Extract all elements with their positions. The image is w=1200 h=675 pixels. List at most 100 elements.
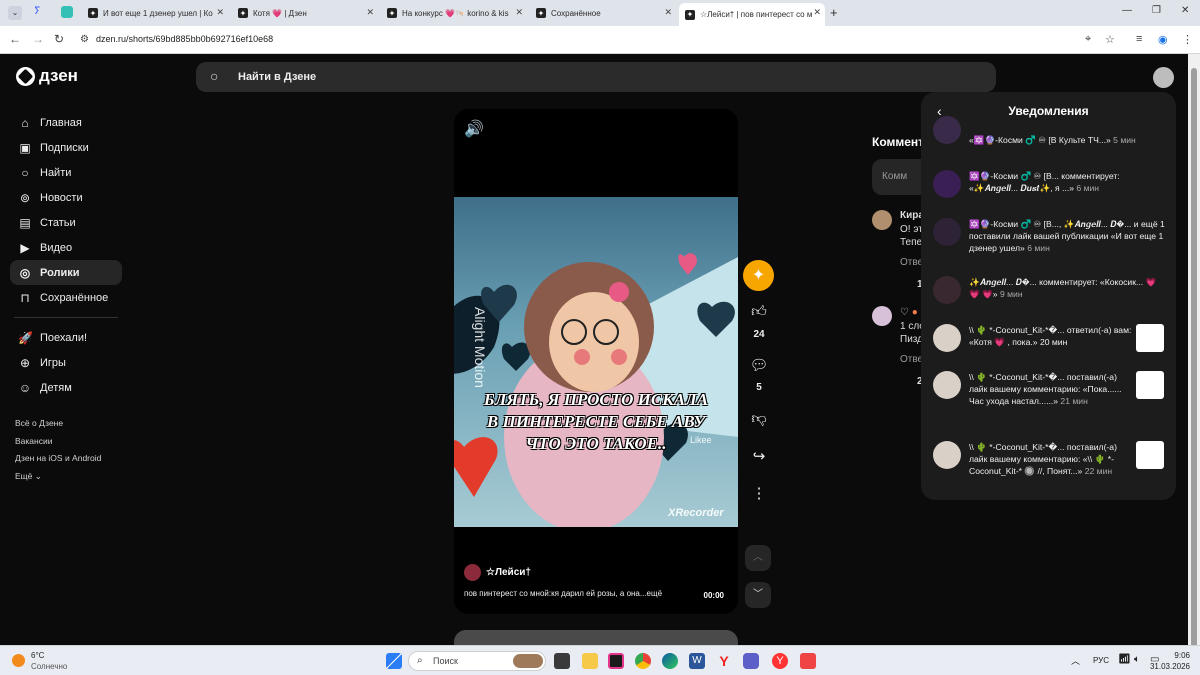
like-icon[interactable]: 👍︎ xyxy=(744,303,774,321)
wifi-icon[interactable]: 📶︎ xyxy=(1118,654,1131,665)
video-channel[interactable]: ☆Лейси† xyxy=(464,564,531,581)
close-icon[interactable]: ✕ xyxy=(515,7,523,18)
notification-item-highlighted[interactable]: \\ 🌵 *-Coconut_Kit-*�... ответил(-а) вам… xyxy=(933,324,1168,356)
sidebar-item-subscriptions[interactable]: ▣ Подписки xyxy=(10,135,122,160)
sidebar-item-articles[interactable]: ▤ Статьи xyxy=(10,210,122,235)
comment-author[interactable]: ♡ ● xyxy=(900,307,918,318)
yandex-icon[interactable]: Y xyxy=(716,653,732,669)
sidebar-item-kids[interactable]: ☺ Детям xyxy=(10,375,122,400)
sidebar-item-saved[interactable]: ⊓ Сохранённое xyxy=(10,285,122,310)
scroll-down-button[interactable]: ﹀ xyxy=(745,582,771,608)
close-icon[interactable]: ✕ xyxy=(664,7,672,18)
scrollbar-thumb[interactable] xyxy=(1191,68,1197,648)
sidebar-item-games[interactable]: ⊕ Игры xyxy=(10,350,122,375)
short-video-player[interactable]: 🔊 Alight Motion БЛЯТЬ, Я ПРОСТО ИСКАЛА В… xyxy=(454,109,738,614)
forward-arrow-icon[interactable]: → xyxy=(32,32,44,46)
file-explorer-icon[interactable] xyxy=(582,653,598,669)
notification-avatar[interactable] xyxy=(933,116,961,144)
taskbar-search[interactable]: ⌕ Поиск xyxy=(408,651,546,671)
channel-avatar[interactable] xyxy=(464,564,481,581)
next-video-preview[interactable] xyxy=(454,630,738,645)
weather-sun-icon[interactable] xyxy=(12,654,25,667)
weather-desc[interactable]: Солнечно xyxy=(31,662,67,671)
notification-item[interactable]: \\ 🌵 *-Coconut_Kit-*�... поставил(-а) ла… xyxy=(933,441,1168,489)
weather-temp[interactable]: 6°C xyxy=(31,651,44,660)
profile-icon[interactable]: ◉ xyxy=(1158,33,1168,46)
site-settings-icon[interactable]: ⚙ xyxy=(80,34,89,45)
reply-button[interactable]: Отве xyxy=(900,257,923,268)
tab-1[interactable]: ✦ И вот еще 1 дзенер ушел | Ко ✕ xyxy=(82,3,228,23)
sidebar-item-news[interactable]: ⊚ Новости xyxy=(10,185,122,210)
footer-link-apps[interactable]: Дзен на iOS и Android xyxy=(15,453,101,463)
edge-icon[interactable] xyxy=(662,653,678,669)
language-indicator[interactable]: РУС xyxy=(1093,656,1109,665)
dislike-icon[interactable]: 👎︎ xyxy=(744,410,774,428)
comment-avatar[interactable] xyxy=(872,306,892,326)
footer-link-jobs[interactable]: Вакансии xyxy=(15,436,52,446)
notification-avatar[interactable] xyxy=(933,170,961,198)
windows-start-icon[interactable] xyxy=(386,653,402,669)
window-close-icon[interactable]: ✕ xyxy=(1181,5,1189,16)
tray-chevron-up-icon[interactable]: ︿ xyxy=(1071,654,1080,667)
sound-on-icon[interactable]: 🔊 xyxy=(464,119,484,139)
page-scrollbar[interactable] xyxy=(1188,54,1200,648)
notification-item[interactable]: 🔯🔮-Косми ♂️ ♾ [В... комментирует: «✨𝑨𝒏𝒈𝒆… xyxy=(933,170,1168,214)
menu-kebab-icon[interactable]: ⋮ xyxy=(1182,33,1193,46)
back-arrow-icon[interactable]: ← xyxy=(9,32,21,46)
notification-item[interactable]: \\ 🌵 *-Coconut_Kit-*�... поставил(-а) ла… xyxy=(933,371,1168,419)
sidebar-item-video[interactable]: ▶ Видео xyxy=(10,235,122,260)
sidebar-item-search[interactable]: ○ Найти xyxy=(10,160,122,185)
tab-4[interactable]: ✦ Сохранённое ✕ xyxy=(530,3,676,23)
sidebar-item-poehali[interactable]: 🚀 Поехали! xyxy=(10,325,122,350)
bookmark-star-icon[interactable]: ☆ xyxy=(1105,33,1115,46)
video-description[interactable]: пов пинтерест со мной:кя дарил ей розы, … xyxy=(464,589,684,598)
video-frame[interactable]: Alight Motion БЛЯТЬ, Я ПРОСТО ИСКАЛА В П… xyxy=(454,197,738,527)
tab-search-icon[interactable]: ⌄ xyxy=(8,6,22,20)
notification-thumbnail[interactable] xyxy=(1136,441,1164,469)
store-icon[interactable] xyxy=(608,653,624,669)
close-icon[interactable]: ✕ xyxy=(216,7,224,18)
reload-icon[interactable]: ↻ xyxy=(54,32,64,46)
new-tab-button[interactable]: + xyxy=(830,5,838,20)
tab-5-active[interactable]: ✦ ☆Лейси† | пов пинтерест со м ✕ xyxy=(679,3,825,26)
volume-icon[interactable]: 🔈︎ xyxy=(1134,654,1140,665)
comment-icon[interactable]: 💬︎ xyxy=(744,356,774,374)
word-icon[interactable]: W xyxy=(689,653,705,669)
app-icon[interactable] xyxy=(800,653,816,669)
location-icon[interactable]: ⌖ xyxy=(1085,33,1091,46)
tab-3[interactable]: ✦ На конкурс 💗🐚 korino & kis ✕ xyxy=(381,3,527,23)
clock-date[interactable]: 31.03.2026 xyxy=(1144,662,1190,671)
user-avatar[interactable] xyxy=(1153,67,1174,88)
more-kebab-icon[interactable]: ⋮ xyxy=(744,484,774,502)
reply-button[interactable]: Отве xyxy=(900,354,923,365)
scroll-up-button[interactable]: ︿ xyxy=(745,545,771,571)
star-icon[interactable]: ✦ xyxy=(743,260,774,291)
search-input[interactable]: ○ Найти в Дзене xyxy=(196,62,996,92)
minimize-icon[interactable]: — xyxy=(1122,5,1132,16)
comment-avatar[interactable] xyxy=(872,210,892,230)
notification-thumbnail[interactable] xyxy=(1136,371,1164,399)
task-view-icon[interactable] xyxy=(554,653,570,669)
dzen-logo[interactable]: дзен xyxy=(16,66,78,86)
close-icon[interactable]: ✕ xyxy=(813,7,821,18)
notification-avatar[interactable] xyxy=(933,371,961,399)
footer-link-more[interactable]: Ещё ⌄ xyxy=(15,471,42,482)
sidebar-item-shorts[interactable]: ◎ Ролики xyxy=(10,260,122,285)
tab-2[interactable]: ✦ Котя 💗 | Дзен ✕ xyxy=(232,3,378,23)
notification-avatar[interactable] xyxy=(933,276,961,304)
sidebar-item-home[interactable]: ⌂ Главная xyxy=(10,110,122,135)
notification-avatar[interactable] xyxy=(933,324,961,352)
reading-list-icon[interactable]: ≡ xyxy=(1136,33,1142,45)
close-icon[interactable]: ✕ xyxy=(366,7,374,18)
notification-thumbnail[interactable] xyxy=(1136,324,1164,352)
footer-link-about[interactable]: Всё о Дзене xyxy=(15,418,63,428)
notification-item[interactable]: 🔯🔮-Косми ♂️ ♾ [В..., ✨𝑨𝒏𝒈𝒆𝒍𝒍... 𝑫�... и … xyxy=(933,218,1168,262)
channel-name[interactable]: ☆Лейси† xyxy=(486,567,531,578)
yandex-browser-icon[interactable]: Y xyxy=(772,653,788,669)
maximize-icon[interactable]: ❐ xyxy=(1152,5,1161,16)
notification-avatar[interactable] xyxy=(933,441,961,469)
extension-icon[interactable]: ⵢ xyxy=(34,6,44,18)
notification-avatar[interactable] xyxy=(933,218,961,246)
extension-icon-2[interactable] xyxy=(61,6,73,18)
clock-time[interactable]: 9:06 xyxy=(1160,651,1190,660)
